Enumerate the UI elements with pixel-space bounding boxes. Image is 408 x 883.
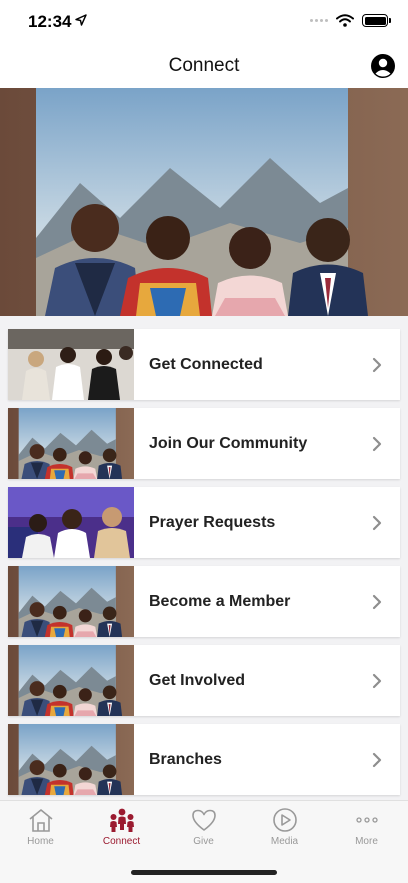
tab-label: Connect <box>102 836 141 847</box>
tab-bar: Home Connect Give Media More <box>0 800 408 883</box>
list-item-branches[interactable]: Branches <box>8 724 400 795</box>
group-photo <box>0 88 408 316</box>
thumbnail <box>8 566 134 637</box>
chevron-right-icon <box>372 752 382 767</box>
house-icon <box>28 809 53 832</box>
battery-icon <box>362 14 391 27</box>
chevron-right-icon <box>372 515 382 530</box>
user-circle-icon[interactable] <box>370 53 396 79</box>
tab-label: Home <box>27 836 54 847</box>
tab-give[interactable]: Give <box>163 807 244 847</box>
play-icon <box>272 808 297 832</box>
list-item-label: Get Involved <box>149 671 246 689</box>
people-icon <box>109 808 134 832</box>
ellipsis-icon <box>355 817 378 823</box>
hero-image <box>0 88 408 316</box>
tab-connect[interactable]: Connect <box>81 807 162 847</box>
wifi-icon <box>336 14 354 27</box>
thumbnail <box>8 645 134 716</box>
list-item-label: Get Connected <box>149 355 263 373</box>
status-bar: 12:34 <box>0 0 408 44</box>
chevron-right-icon <box>372 673 382 688</box>
chevron-right-icon <box>372 594 382 609</box>
location-arrow-icon <box>75 14 87 26</box>
list-item-get-connected[interactable]: Get Connected <box>8 329 400 400</box>
thumbnail <box>8 408 134 479</box>
navigation-bar: Connect <box>0 44 408 88</box>
status-time: 12:34 <box>28 12 72 31</box>
tab-label: More <box>355 836 378 847</box>
tab-more[interactable]: More <box>326 807 407 847</box>
list-item-label: Join Our Community <box>149 434 308 452</box>
list-item-label: Prayer Requests <box>149 513 276 531</box>
page-title: Connect <box>168 55 240 76</box>
chevron-right-icon <box>372 436 382 451</box>
thumbnail <box>8 329 134 400</box>
home-indicator <box>131 870 277 875</box>
thumbnail <box>8 724 134 795</box>
tab-home[interactable]: Home <box>0 807 81 847</box>
heart-icon <box>191 809 216 831</box>
list-item-label: Become a Member <box>149 592 291 610</box>
thumbnail <box>8 487 134 558</box>
status-indicators <box>310 14 391 27</box>
list-item-become-a-member[interactable]: Become a Member <box>8 566 400 637</box>
tab-media[interactable]: Media <box>244 807 325 847</box>
connect-list: Get Connected Join Our Community Prayer … <box>0 316 408 800</box>
chevron-right-icon <box>372 357 382 372</box>
tab-label: Give <box>193 836 214 847</box>
list-item-prayer-requests[interactable]: Prayer Requests <box>8 487 400 558</box>
list-item-get-involved[interactable]: Get Involved <box>8 645 400 716</box>
list-item-join-our-community[interactable]: Join Our Community <box>8 408 400 479</box>
cellular-signal-icon <box>310 19 328 22</box>
list-item-label: Branches <box>149 750 222 768</box>
tab-label: Media <box>270 836 299 847</box>
